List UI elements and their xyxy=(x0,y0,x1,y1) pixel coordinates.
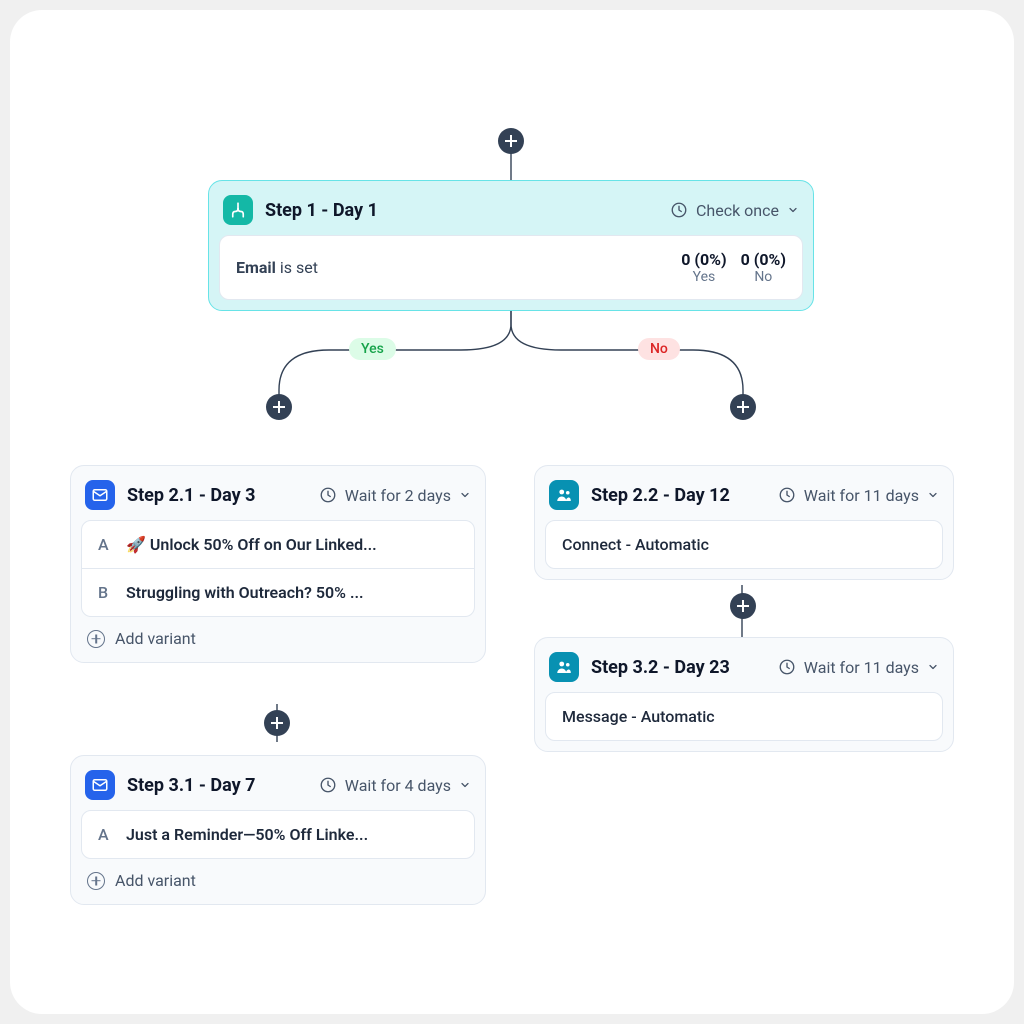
chevron-down-icon xyxy=(787,204,799,216)
step-3-2-card[interactable]: Step 3.2 - Day 23 Wait for 11 days Messa… xyxy=(534,637,954,752)
chevron-down-icon xyxy=(459,489,471,501)
plus-circle-icon xyxy=(87,872,105,890)
condition-text: Email is set xyxy=(236,258,318,277)
condition-stats: 0 (0%)Yes 0 (0%)No xyxy=(681,250,786,285)
step-3-2-body[interactable]: Message - Automatic xyxy=(545,692,943,741)
plus-circle-icon xyxy=(87,630,105,648)
add-variant-button[interactable]: Add variant xyxy=(81,617,475,652)
add-step-top[interactable] xyxy=(498,128,524,154)
chevron-down-icon xyxy=(927,661,939,673)
add-step-after-2-2[interactable] xyxy=(730,593,756,619)
step-3-2-wait-dropdown[interactable]: Wait for 11 days xyxy=(778,658,939,677)
step-2-1-card[interactable]: Step 2.1 - Day 3 Wait for 2 days A 🚀 Unl… xyxy=(70,465,486,663)
add-step-yes-branch[interactable] xyxy=(266,394,292,420)
step-2-2-card[interactable]: Step 2.2 - Day 12 Wait for 11 days Conne… xyxy=(534,465,954,580)
step-2-1-wait-dropdown[interactable]: Wait for 2 days xyxy=(319,486,471,505)
branch-pill-no: No xyxy=(638,338,680,360)
step-3-1-card[interactable]: Step 3.1 - Day 7 Wait for 4 days A Just … xyxy=(70,755,486,905)
people-icon xyxy=(549,480,579,510)
branch-icon xyxy=(223,195,253,225)
branch-pill-yes: Yes xyxy=(349,338,396,360)
chevron-down-icon xyxy=(927,489,939,501)
clock-icon xyxy=(670,201,688,219)
add-step-after-2-1[interactable] xyxy=(264,710,290,736)
add-variant-button[interactable]: Add variant xyxy=(81,859,475,894)
variant-b[interactable]: B Struggling with Outreach? 50% ... xyxy=(81,569,475,617)
clock-icon xyxy=(319,776,337,794)
step-2-2-body[interactable]: Connect - Automatic xyxy=(545,520,943,569)
variant-a[interactable]: A Just a Reminder—50% Off Linke... xyxy=(81,810,475,859)
step-2-1-title: Step 2.1 - Day 3 xyxy=(127,485,255,506)
step-1-check-label: Check once xyxy=(696,201,779,220)
variant-a[interactable]: A 🚀 Unlock 50% Off on Our Linked... xyxy=(81,520,475,569)
clock-icon xyxy=(778,486,796,504)
email-icon xyxy=(85,480,115,510)
chevron-down-icon xyxy=(459,779,471,791)
people-icon xyxy=(549,652,579,682)
add-step-no-branch[interactable] xyxy=(730,394,756,420)
step-2-2-wait-dropdown[interactable]: Wait for 11 days xyxy=(778,486,939,505)
step-1-check-dropdown[interactable]: Check once xyxy=(670,201,799,220)
step-1-card[interactable]: Step 1 - Day 1 Check once Email is set 0… xyxy=(208,180,814,311)
step-3-2-title: Step 3.2 - Day 23 xyxy=(591,657,730,678)
step-3-1-wait-dropdown[interactable]: Wait for 4 days xyxy=(319,776,471,795)
clock-icon xyxy=(319,486,337,504)
step-3-1-title: Step 3.1 - Day 7 xyxy=(127,775,255,796)
email-icon xyxy=(85,770,115,800)
workflow-canvas: Yes No Step 1 - Day 1 Check once Email i… xyxy=(10,10,1014,1014)
step-1-title: Step 1 - Day 1 xyxy=(265,200,378,221)
step-1-condition[interactable]: Email is set 0 (0%)Yes 0 (0%)No xyxy=(219,235,803,300)
clock-icon xyxy=(778,658,796,676)
step-2-2-title: Step 2.2 - Day 12 xyxy=(591,485,730,506)
